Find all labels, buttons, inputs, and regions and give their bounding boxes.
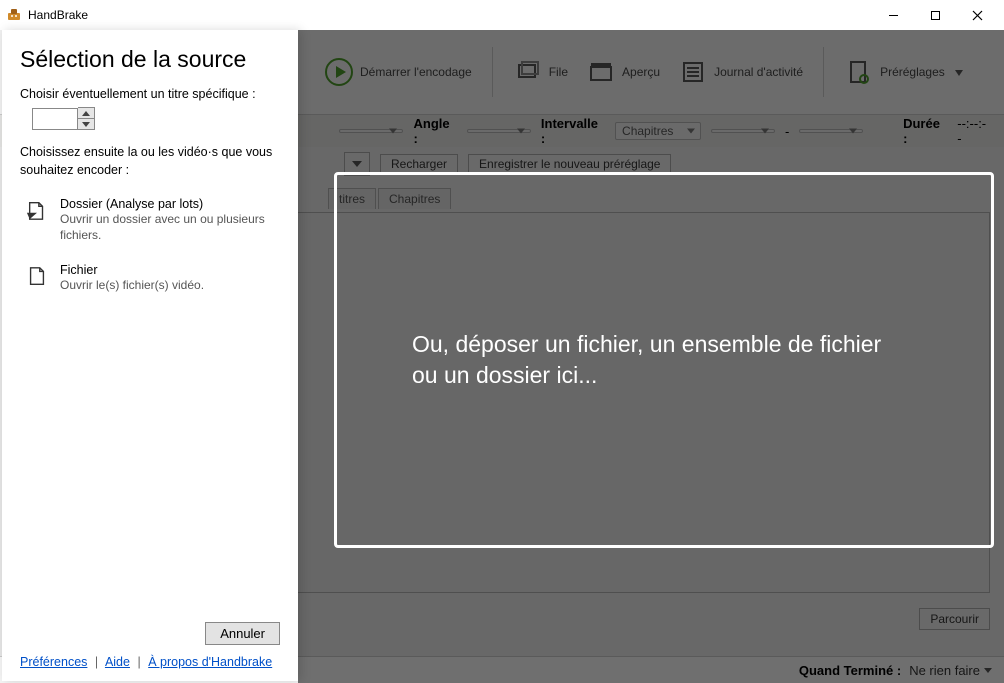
when-done-dropdown[interactable]: Ne rien faire	[909, 663, 992, 678]
open-file-desc: Ouvrir le(s) fichier(s) vidéo.	[60, 277, 204, 293]
title-number-input[interactable]	[32, 108, 78, 130]
activity-log-button[interactable]: Journal d'activité	[674, 57, 807, 87]
angle-dropdown[interactable]	[467, 129, 531, 133]
titlebar: HandBrake	[0, 0, 1004, 31]
help-link[interactable]: Aide	[105, 655, 130, 669]
browse-button[interactable]: Parcourir	[919, 608, 990, 630]
interval-start-dropdown[interactable]	[711, 129, 775, 133]
presets-icon	[844, 57, 874, 87]
duration-value: --:--:--	[957, 116, 990, 146]
clapper-icon	[586, 57, 616, 87]
when-done-label: Quand Terminé :	[799, 663, 901, 678]
play-icon	[324, 57, 354, 87]
interval-type-dropdown[interactable]: Chapitres	[615, 122, 701, 140]
app-icon	[6, 7, 22, 23]
window-close-button[interactable]	[956, 0, 998, 30]
title-number-spinner[interactable]	[32, 107, 280, 130]
panel-footer-links: Préférences | Aide | À propos d'Handbrak…	[2, 655, 298, 681]
stack-icon	[513, 57, 543, 87]
when-done-value: Ne rien faire	[909, 663, 980, 678]
list-icon	[678, 57, 708, 87]
open-file-option[interactable]: Fichier Ouvrir le(s) fichier(s) vidéo.	[20, 257, 280, 299]
file-label: File	[549, 65, 568, 79]
drop-zone-line1: Ou, déposer un fichier, un ensemble de f…	[412, 331, 881, 357]
interval-end-dropdown[interactable]	[799, 129, 863, 133]
cancel-button[interactable]: Annuler	[205, 622, 280, 645]
title-number-up[interactable]	[78, 108, 94, 119]
title-number-down[interactable]	[78, 119, 94, 129]
interval-dash: -	[785, 124, 789, 139]
activity-log-label: Journal d'activité	[714, 65, 803, 79]
chevron-down-icon	[955, 65, 963, 79]
file-icon	[24, 263, 50, 293]
open-folder-desc: Ouvrir un dossier avec un ou plusieurs f…	[60, 211, 276, 243]
start-encode-button[interactable]: Démarrer l'encodage	[320, 57, 476, 87]
presets-label: Préréglages	[880, 65, 945, 79]
folder-icon	[24, 197, 50, 243]
window-minimize-button[interactable]	[872, 0, 914, 30]
preview-button[interactable]: Aperçu	[582, 57, 664, 87]
drop-zone[interactable]: Ou, déposer un fichier, un ensemble de f…	[334, 172, 994, 548]
preferences-link[interactable]: Préférences	[20, 655, 87, 669]
open-file-title: Fichier	[60, 263, 204, 277]
queue-file-button[interactable]: File	[509, 57, 572, 87]
angle-label: Angle :	[413, 116, 456, 146]
window-maximize-button[interactable]	[914, 0, 956, 30]
about-link[interactable]: À propos d'Handbrake	[148, 655, 272, 669]
title-dropdown[interactable]	[339, 129, 403, 133]
save-preset-button[interactable]: Enregistrer le nouveau préréglage	[468, 154, 671, 174]
reload-preset-button[interactable]: Recharger	[380, 154, 458, 174]
panel-hint-2: Choisissez ensuite la ou les vidéo·s que…	[20, 144, 280, 179]
drop-zone-message: Ou, déposer un fichier, un ensemble de f…	[337, 329, 921, 391]
open-folder-title: Dossier (Analyse par lots)	[60, 197, 276, 211]
presets-button[interactable]: Préréglages	[840, 57, 967, 87]
interval-label: Intervalle :	[541, 116, 605, 146]
panel-heading: Sélection de la source	[20, 46, 280, 73]
window-title: HandBrake	[28, 8, 872, 22]
start-encode-label: Démarrer l'encodage	[360, 65, 472, 79]
preview-label: Aperçu	[622, 65, 660, 79]
drop-zone-line2: ou un dossier ici...	[412, 362, 597, 388]
duration-label: Durée :	[903, 116, 947, 146]
open-folder-option[interactable]: Dossier (Analyse par lots) Ouvrir un dos…	[20, 191, 280, 249]
source-selection-panel: Sélection de la source Choisir éventuell…	[2, 30, 298, 681]
panel-hint: Choisir éventuellement un titre spécifiq…	[20, 87, 280, 101]
